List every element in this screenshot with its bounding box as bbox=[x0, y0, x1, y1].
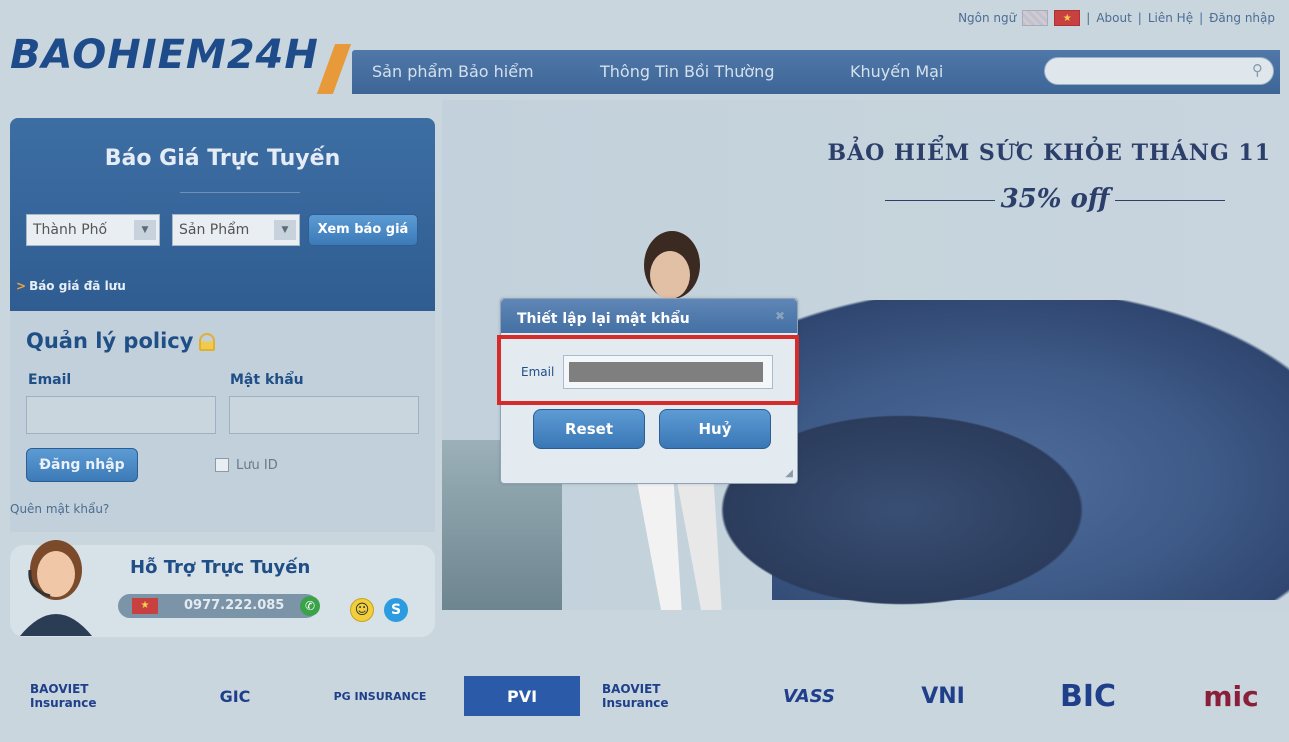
logo-slash bbox=[316, 44, 352, 94]
policy-title-label: Quản lý policy bbox=[26, 329, 194, 353]
resize-handle-icon[interactable]: ◢ bbox=[785, 468, 793, 479]
login-link[interactable]: Đăng nhập bbox=[1209, 11, 1275, 25]
phone-icon[interactable]: ✆ bbox=[300, 596, 320, 616]
separator: | bbox=[1199, 11, 1204, 25]
top-bar: Ngôn ngữ ★ | About | Liên Hệ | Đăng nhập bbox=[0, 0, 1289, 34]
promo-subtitle-text: 35% off bbox=[1000, 184, 1110, 214]
email-label: Email bbox=[28, 372, 72, 388]
contact-link[interactable]: Liên Hệ bbox=[1148, 11, 1193, 25]
top-links: Ngôn ngữ ★ | About | Liên Hệ | Đăng nhập bbox=[958, 10, 1275, 26]
remember-checkbox[interactable] bbox=[215, 458, 229, 472]
saved-quotes-label: Báo giá đã lưu bbox=[29, 279, 126, 293]
dialog-header[interactable]: Thiết lập lại mật khẩu ✖ bbox=[501, 299, 797, 333]
partner-logo-vni[interactable]: VNI bbox=[884, 676, 1002, 716]
promo-subtitle: 35% off bbox=[870, 184, 1240, 214]
search-input[interactable]: ⚲ bbox=[1044, 57, 1274, 85]
remember-label: Lưu ID bbox=[236, 458, 278, 473]
lock-icon bbox=[199, 333, 216, 351]
vn-flag-icon[interactable]: ★ bbox=[1054, 10, 1081, 26]
product-select-value: Sản Phẩm bbox=[179, 222, 250, 238]
chevron-right-icon: > bbox=[16, 279, 27, 293]
support-phone[interactable]: 0977.222.085 bbox=[184, 598, 284, 613]
partner-logo-mic[interactable]: mic bbox=[1176, 676, 1286, 716]
product-select[interactable]: Sản Phẩm ▼ bbox=[172, 214, 300, 246]
support-title: Hỗ Trợ Trực Tuyến bbox=[130, 557, 311, 578]
partner-logo-baoviet[interactable]: BAOVIET Insurance bbox=[30, 676, 140, 716]
close-icon[interactable]: ✖ bbox=[775, 309, 785, 323]
yahoo-messenger-icon[interactable]: ☺ bbox=[350, 598, 374, 622]
quote-title: Báo Giá Trực Tuyến bbox=[104, 146, 341, 171]
city-select-value: Thành Phố bbox=[33, 222, 108, 238]
search-icon[interactable]: ⚲ bbox=[1252, 61, 1263, 79]
vn-flag-icon: ★ bbox=[132, 598, 158, 614]
partner-logo-baoviet[interactable]: BAOVIET Insurance bbox=[602, 676, 722, 716]
divider bbox=[884, 199, 995, 201]
divider bbox=[1115, 199, 1226, 201]
support-avatar bbox=[20, 540, 92, 636]
promo-title: BẢO HIỂM SỨC KHỎE THÁNG 11 bbox=[827, 140, 1271, 166]
partner-logo-bic[interactable]: BIC bbox=[1028, 676, 1148, 716]
password-label: Mật khẩu bbox=[230, 372, 304, 388]
about-link[interactable]: About bbox=[1096, 11, 1131, 25]
dialog-title: Thiết lập lại mật khẩu bbox=[517, 311, 690, 327]
divider bbox=[180, 192, 300, 193]
partner-logo-pg-insurance[interactable]: PG INSURANCE bbox=[322, 676, 438, 716]
nav-products[interactable]: Sản phẩm Bảo hiểm bbox=[372, 62, 534, 81]
forgot-password-link[interactable]: Quên mật khẩu? bbox=[10, 502, 109, 516]
separator: | bbox=[1137, 11, 1142, 25]
separator: | bbox=[1086, 11, 1091, 25]
email-highlight-box bbox=[497, 335, 799, 405]
saved-quotes-link[interactable]: > Báo giá đã lưu bbox=[16, 279, 126, 293]
cancel-button[interactable]: Huỷ bbox=[659, 409, 771, 449]
city-select[interactable]: Thành Phố ▼ bbox=[26, 214, 160, 246]
email-field[interactable] bbox=[26, 396, 216, 434]
policy-title: Quản lý policy bbox=[26, 329, 216, 353]
site-logo[interactable]: BAOHIEM24H bbox=[10, 32, 319, 78]
nav-claims[interactable]: Thông Tin Bồi Thường bbox=[600, 62, 774, 81]
partner-logo-vass[interactable]: VASS bbox=[754, 676, 864, 716]
partner-logo-pvi[interactable]: PVI bbox=[464, 676, 580, 716]
chevron-down-icon[interactable]: ▼ bbox=[134, 220, 156, 240]
password-field[interactable] bbox=[229, 396, 419, 434]
view-quote-button[interactable]: Xem báo giá bbox=[308, 214, 418, 246]
chevron-down-icon[interactable]: ▼ bbox=[274, 220, 296, 240]
nav-promotions[interactable]: Khuyến Mại bbox=[850, 62, 943, 81]
language-label: Ngôn ngữ bbox=[958, 11, 1017, 25]
uk-flag-icon[interactable] bbox=[1022, 10, 1049, 26]
reset-button[interactable]: Reset bbox=[533, 409, 645, 449]
skype-icon[interactable]: S bbox=[384, 598, 408, 622]
login-button[interactable]: Đăng nhập bbox=[26, 448, 138, 482]
partner-logo-gic[interactable]: GIC bbox=[180, 676, 290, 716]
main-nav: Sản phẩm Bảo hiểm Thông Tin Bồi Thường K… bbox=[352, 50, 1280, 94]
